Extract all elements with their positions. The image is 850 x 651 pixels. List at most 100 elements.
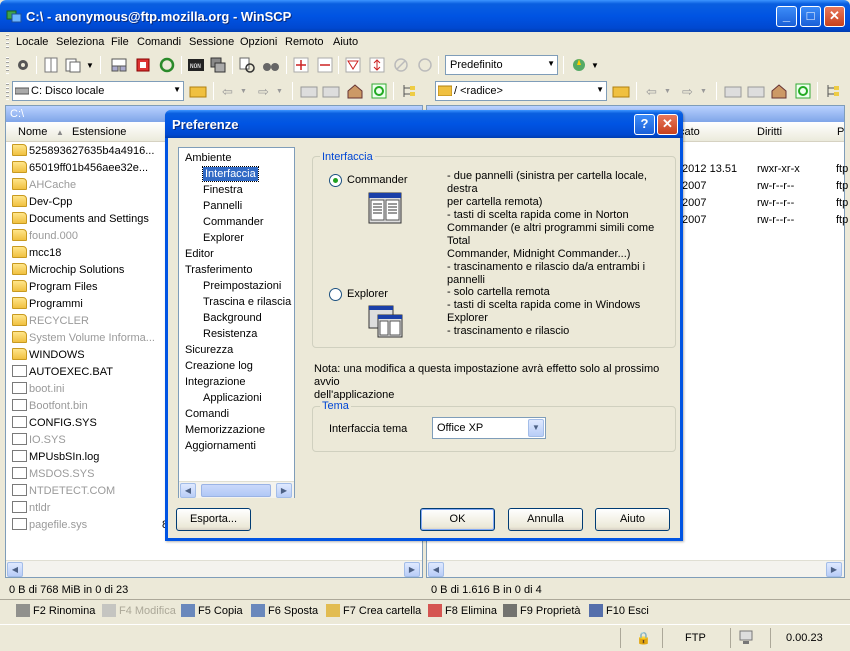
filter-icon[interactable] [344,56,362,74]
tree-item[interactable]: Aggiornamenti [185,439,256,453]
putty-icon[interactable] [209,56,227,74]
tree-item[interactable]: Trascina e rilascia [203,295,291,309]
file-row[interactable]: boot.ini [12,381,64,398]
scroll-right-icon[interactable]: ▶ [826,562,842,577]
dropdown-arrow-icon[interactable]: ▼ [86,61,94,70]
tree-item[interactable]: Ambiente [185,151,231,165]
compare-icon[interactable] [42,56,60,74]
root-dir-icon[interactable] [322,82,340,100]
scroll-left-icon[interactable]: ◀ [7,562,23,577]
explorer-radio[interactable] [329,288,342,301]
remote-path-combo[interactable]: / <radice> ▼ [435,81,607,101]
file-row[interactable]: AHCache [12,177,76,194]
file-row[interactable]: IO.SYS [12,432,66,449]
tree-item[interactable]: Memorizzazione [185,423,265,437]
fkey-button[interactable]: F7 Crea cartella [326,604,421,617]
file-row[interactable]: Microchip Solutions [12,262,124,279]
root-dir-icon[interactable] [747,82,765,100]
tree-item[interactable]: Sicurezza [185,343,233,357]
file-row[interactable]: 65019ff01b456aee32e... [12,160,148,177]
tree-item[interactable]: Preimpostazioni [203,279,281,293]
file-row[interactable]: found.000 [12,228,78,245]
file-row[interactable]: MPUsbSIn.log [12,449,99,466]
commander-label[interactable]: Commander [347,174,408,186]
file-row[interactable]: Bootfont.bin [12,398,88,415]
theme-select[interactable]: Office XP ▼ [432,417,546,439]
fkey-button[interactable]: F8 Elimina [428,604,497,617]
preferences-tree[interactable]: Ambiente Interfaccia Finestra Pannelli Comma… [178,147,295,498]
menu-seleziona[interactable]: Seleziona [56,36,104,48]
sort-icon[interactable] [368,56,386,74]
parent-dir-icon[interactable] [724,82,742,100]
back-arrow-icon[interactable]: ⇦ [222,84,233,100]
dropdown-arrow-icon[interactable]: ▼ [240,88,247,95]
window-title-bar[interactable]: C:\ - anonymous@ftp.mozilla.org - WinSCP… [0,0,850,32]
file-row[interactable]: AUTOEXEC.BAT [12,364,113,381]
dropdown-arrow-icon[interactable]: ▼ [591,61,599,70]
refresh-icon[interactable] [370,82,388,100]
tree-hscrollbar[interactable]: ◀ ▶ [179,481,294,498]
tree-item[interactable]: Creazione log [185,359,253,373]
transfer-settings-icon[interactable] [570,56,588,74]
export-button[interactable]: Esporta... [176,508,251,531]
tree-item[interactable]: Explorer [203,231,244,245]
back-arrow-icon[interactable]: ⇦ [646,84,657,100]
column-owner[interactable]: P [837,126,844,138]
tree-item[interactable]: Trasferimento [185,263,252,277]
unselect-icon[interactable] [316,56,334,74]
menu-aiuto[interactable]: Aiuto [333,36,358,48]
tree-icon[interactable] [824,82,842,100]
forward-arrow-icon[interactable]: ⇨ [258,84,269,100]
fkey-button[interactable]: F5 Copia [181,604,243,617]
tree-item[interactable]: Interfaccia [202,166,259,182]
network-icon[interactable] [110,56,128,74]
parent-dir-icon[interactable] [300,82,318,100]
remote-hscrollbar[interactable]: ◀ ▶ [427,560,844,577]
tree-item[interactable]: Integrazione [185,375,246,389]
dialog-close-button[interactable]: ✕ [657,114,678,135]
file-row[interactable]: Programmi [12,296,83,313]
file-row[interactable]: pagefile.sys [12,517,87,534]
menu-file[interactable]: File [111,36,129,48]
reload-icon[interactable] [416,56,434,74]
commander-radio[interactable] [329,174,342,187]
local-hscrollbar[interactable]: ◀ ▶ [6,560,422,577]
tree-icon[interactable] [400,82,418,100]
open-folder-icon[interactable] [189,82,207,100]
file-row[interactable]: RECYCLER [12,313,89,330]
queue-icon[interactable] [134,56,152,74]
file-row[interactable]: 525893627635b4a4916... [12,143,154,160]
home-icon[interactable] [346,82,364,100]
tree-item[interactable]: Applicazioni [203,391,262,405]
close-button[interactable]: ✕ [824,6,845,27]
tree-item[interactable]: Editor [185,247,214,261]
fkey-button[interactable]: F10 Esci [589,604,649,617]
fkey-button[interactable]: F4 Modifica [102,604,176,617]
file-row[interactable]: Documents and Settings [12,211,149,228]
scroll-right-icon[interactable]: ▶ [276,483,292,498]
refresh-icon[interactable] [158,56,176,74]
maximize-button[interactable]: □ [800,6,821,27]
local-drive-combo[interactable]: C: Disco locale ▼ [12,81,184,101]
ok-button[interactable]: OK [420,508,495,531]
tree-item[interactable]: Finestra [203,183,243,197]
help-caption-button[interactable]: ? [634,114,655,135]
scroll-thumb[interactable] [201,484,271,497]
tree-item[interactable]: Resistenza [203,327,257,341]
tree-item[interactable]: Comandi [185,407,229,421]
binoculars-icon[interactable] [262,56,280,74]
gear-icon[interactable] [14,56,32,74]
file-row[interactable]: Dev-Cpp [12,194,72,211]
preset-combo[interactable]: Predefinito ▼ [445,55,558,75]
dropdown-arrow-icon[interactable]: ▼ [664,88,671,95]
column-rights[interactable]: Diritti [757,126,782,138]
tree-item[interactable]: Commander [203,215,264,229]
menu-remoto[interactable]: Remoto [285,36,324,48]
minimize-button[interactable]: _ [776,6,797,27]
fkey-button[interactable]: F2 Rinomina [16,604,95,617]
file-row[interactable]: System Volume Informa... [12,330,155,347]
tree-item[interactable]: Pannelli [203,199,242,213]
home-icon[interactable] [770,82,788,100]
explorer-label[interactable]: Explorer [347,288,388,300]
file-row[interactable]: CONFIG.SYS [12,415,97,432]
